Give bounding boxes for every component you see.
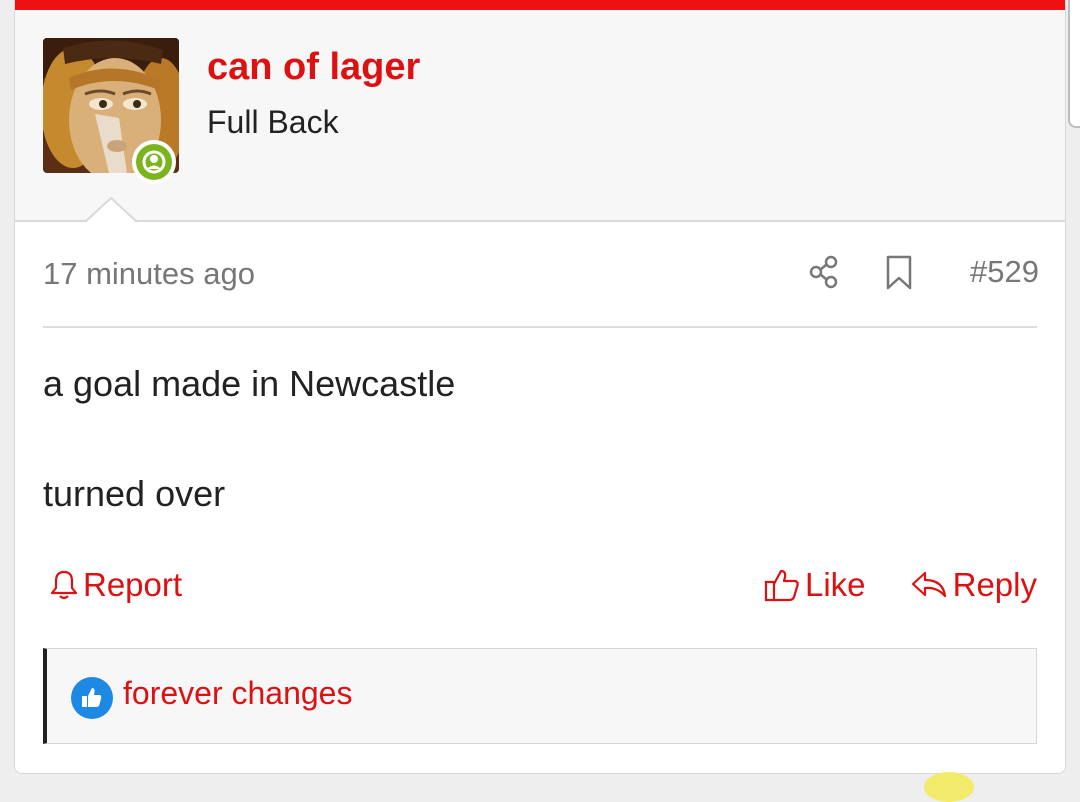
reply-arrow-icon [911, 571, 946, 598]
user-icon [142, 150, 166, 174]
accent-top-bar [15, 0, 1065, 10]
decorative-highlight [924, 772, 974, 802]
like-button[interactable]: Like [763, 566, 866, 604]
thumbs-up-icon [82, 688, 102, 707]
meta-divider [43, 326, 1037, 328]
post-meta-row: 17 minutes ago #529 [43, 250, 1039, 300]
online-status-badge [132, 140, 176, 184]
username-link[interactable]: can of lager [207, 46, 420, 89]
reply-label: Reply [952, 566, 1037, 603]
thumbs-up-outline-icon [764, 569, 799, 602]
adjacent-panel-edge [1068, 0, 1080, 128]
share-icon[interactable] [807, 254, 841, 295]
bookmark-icon[interactable] [885, 254, 913, 297]
post-actions: Report Like Reply [43, 560, 1037, 610]
bell-icon [50, 570, 78, 600]
message-line: a goal made in Newcastle [43, 363, 456, 404]
like-label: Like [805, 566, 866, 603]
report-button[interactable]: Report [49, 566, 182, 604]
post-number-link[interactable]: #529 [970, 254, 1039, 290]
post-timestamp[interactable]: 17 minutes ago [43, 256, 255, 292]
user-header: can of lager Full Back [15, 10, 1065, 222]
reactor-name-link[interactable]: forever changes [123, 675, 352, 712]
header-pointer-arrow [85, 196, 137, 223]
reactions-bar[interactable]: forever changes [43, 648, 1037, 744]
message-line: turned over [43, 473, 226, 514]
post-card: can of lager Full Back 17 minutes ago #5… [14, 0, 1066, 774]
report-label: Report [83, 566, 183, 603]
user-title: Full Back [207, 104, 339, 140]
reply-button[interactable]: Reply [909, 566, 1037, 604]
post-message: a goal made in Newcastle turned over [43, 362, 1037, 516]
like-reaction-icon [71, 677, 113, 719]
